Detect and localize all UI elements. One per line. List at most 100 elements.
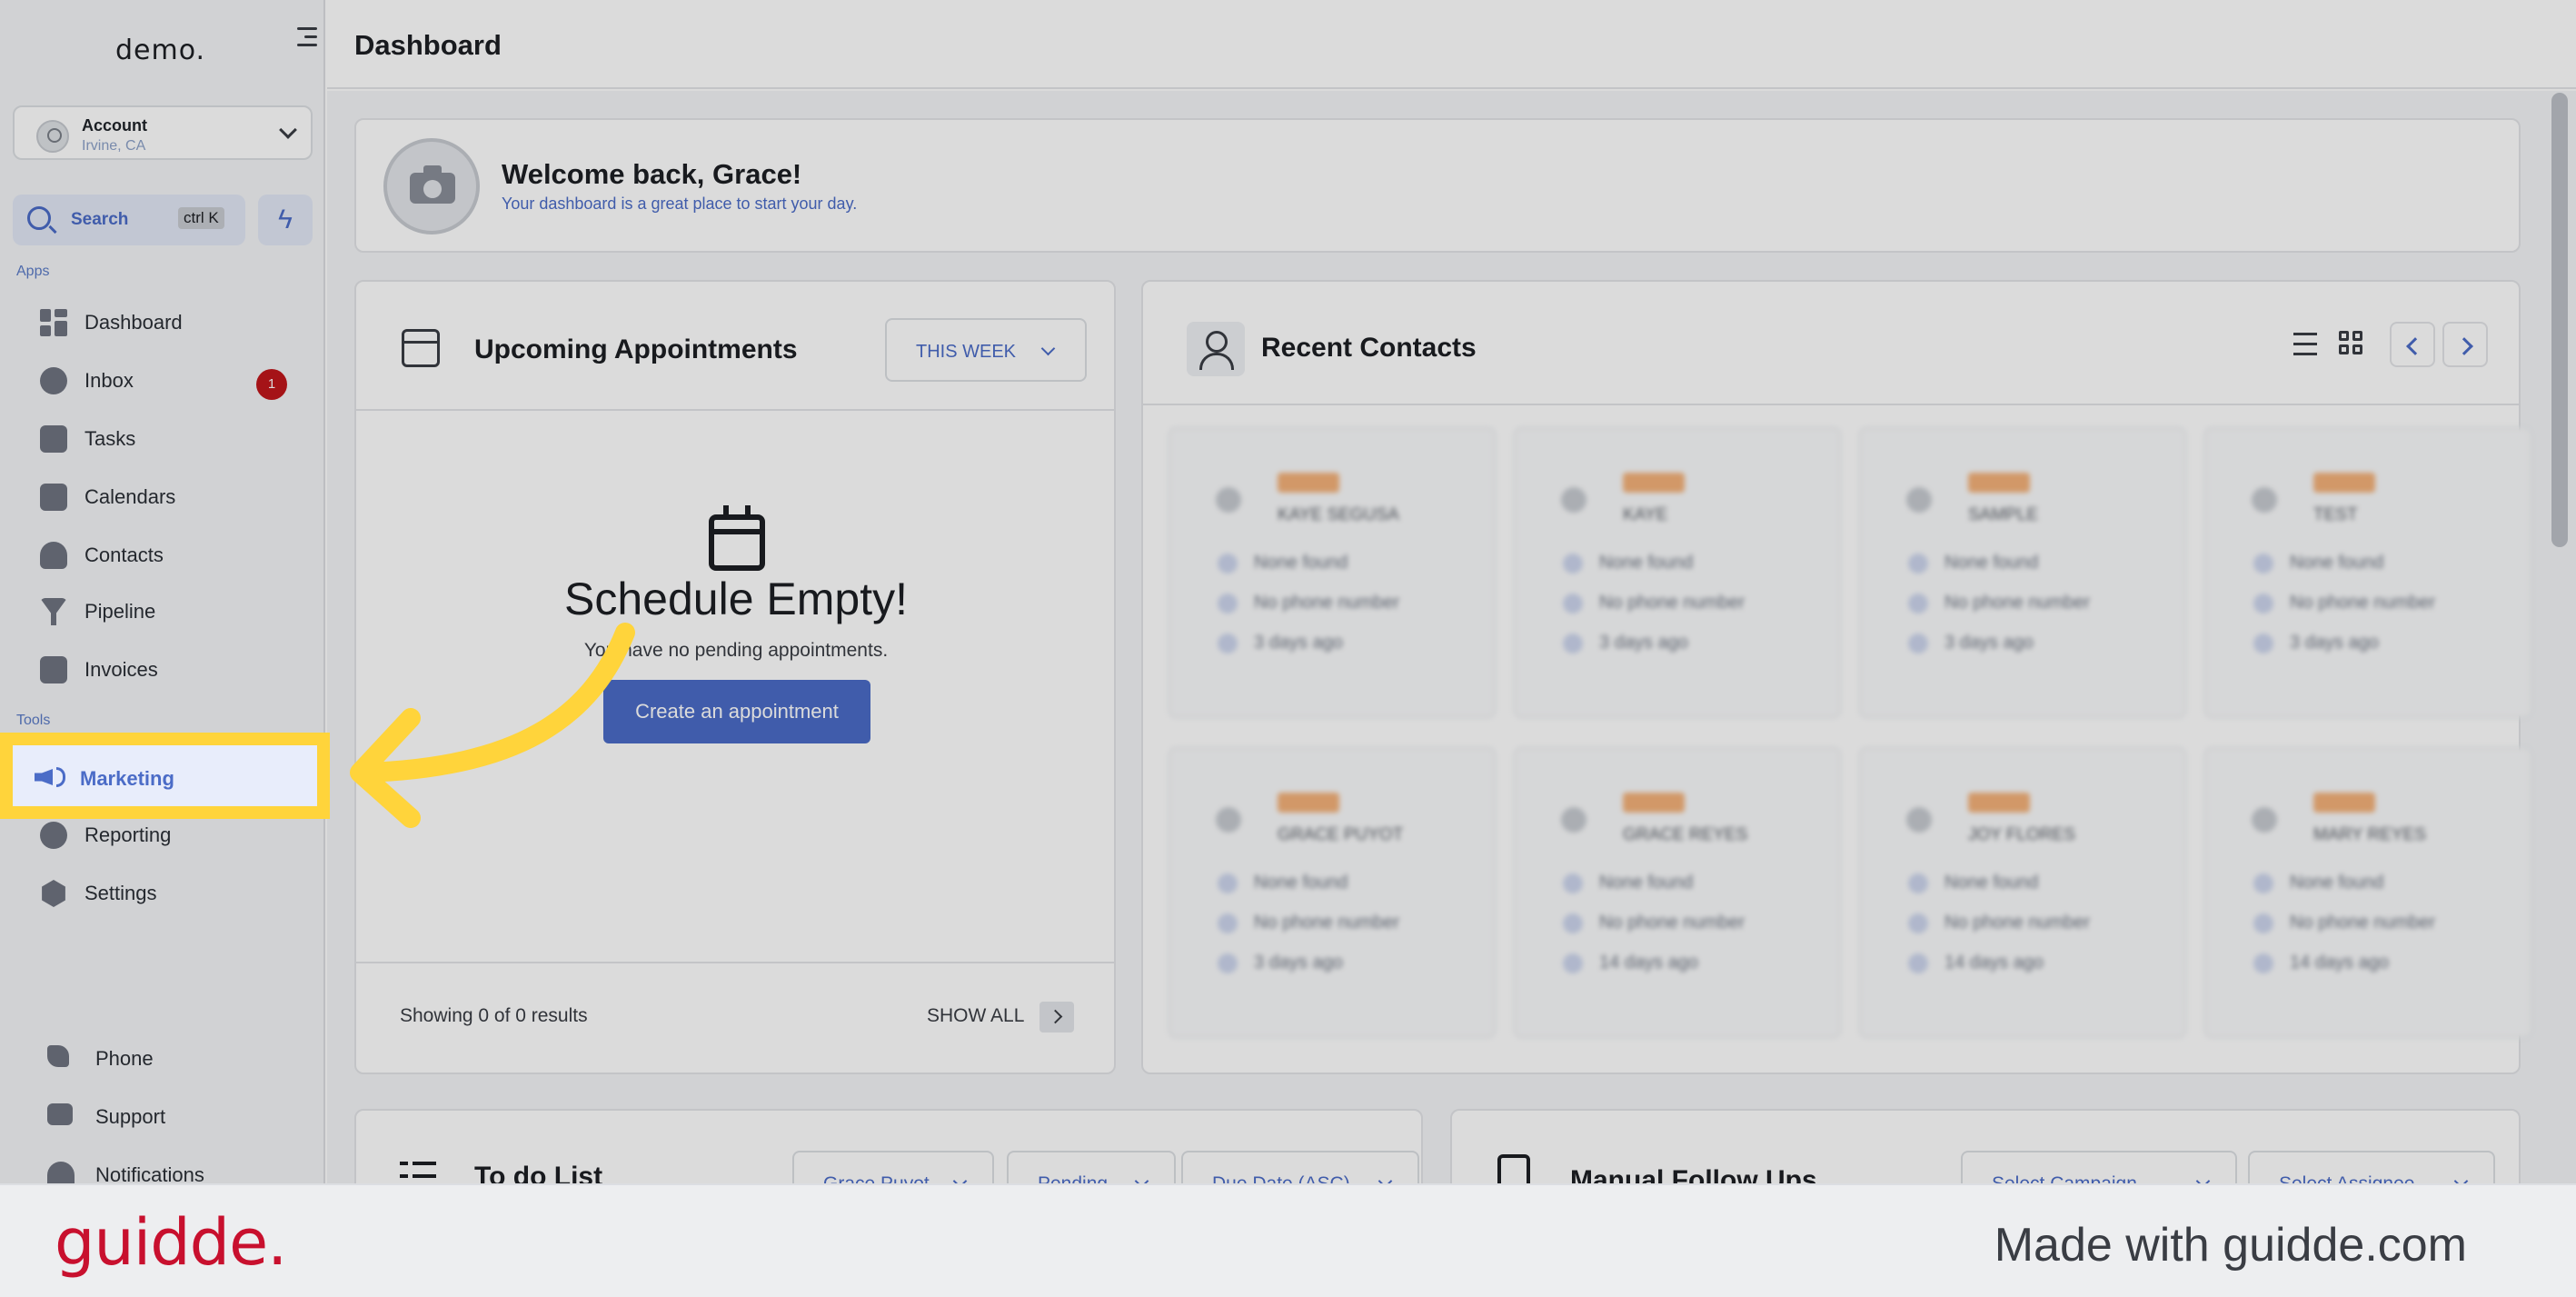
gear-icon (42, 880, 65, 907)
camera-icon[interactable] (383, 138, 480, 234)
contact-card[interactable]: SAMPLE None found No phone number 3 days… (1859, 427, 2186, 718)
divider (356, 409, 1116, 411)
contact-email: None found (2253, 873, 2383, 893)
sidebar-item-label: Support (95, 1105, 166, 1128)
lightning-icon: ϟ (278, 205, 293, 234)
contact-time: 14 days ago (1908, 953, 2044, 973)
show-all-link[interactable]: SHOW ALL (927, 1005, 1024, 1027)
sidebar-item-contacts[interactable]: Contacts (0, 529, 325, 580)
empty-schedule-title: Schedule Empty! (564, 574, 908, 624)
contact-card[interactable]: GRACE PUYOT None found No phone number 3… (1169, 747, 1496, 1038)
sidebar-item-marketing[interactable]: Marketing (0, 733, 330, 819)
sidebar-item-label: Pipeline (85, 600, 156, 623)
contact-tag (1623, 473, 1685, 493)
sidebar-item-label: Marketing (80, 767, 174, 790)
bell-icon (47, 1162, 75, 1183)
sidebar-item-label: Calendars (85, 485, 176, 508)
contact-tag (2313, 793, 2375, 813)
sidebar-item-label: Phone (95, 1047, 154, 1070)
contact-tag (1278, 473, 1339, 493)
search-label: Search (71, 210, 129, 229)
collapse-sidebar-icon[interactable] (295, 27, 317, 51)
results-count: Showing 0 of 0 results (400, 1005, 588, 1026)
sidebar: demo. Account Irvine, CA Search ctrl K ϟ… (0, 0, 325, 1183)
sidebar-item-notifications[interactable]: Notifications (0, 1149, 325, 1183)
account-name: Account (82, 116, 147, 135)
sidebar-item-settings[interactable]: Settings (0, 867, 325, 918)
sidebar-item-label: Invoices (85, 658, 158, 681)
chevron-right-icon[interactable] (1039, 1002, 1074, 1033)
avatar (1216, 487, 1241, 513)
sidebar-item-invoices[interactable]: Invoices (0, 644, 325, 694)
week-range-label: THIS WEEK (916, 342, 1017, 362)
sidebar-item-pipeline[interactable]: Pipeline (0, 585, 325, 636)
contact-tag (2313, 473, 2375, 493)
invoice-icon (40, 656, 67, 683)
contact-name: KAYE (1623, 505, 1668, 524)
contact-time: 14 days ago (2253, 953, 2389, 973)
avatar (1216, 807, 1241, 833)
filter-icon (40, 598, 67, 625)
sidebar-item-phone[interactable]: Phone (0, 1033, 325, 1083)
create-appointment-button[interactable]: Create an appointment (603, 680, 870, 743)
week-range-dropdown[interactable]: THIS WEEK (885, 318, 1087, 382)
account-switcher[interactable]: Account Irvine, CA (13, 105, 313, 160)
dashboard-content: Welcome back, Grace! Your dashboard is a… (327, 91, 2576, 1254)
contact-phone: No phone number (1218, 913, 1399, 933)
inbox-icon (40, 367, 67, 394)
contact-name: GRACE PUYOT (1278, 825, 1404, 844)
guidde-footer: guidde. Made with guidde.com (0, 1183, 2576, 1297)
grid-view-icon[interactable] (2339, 331, 2366, 358)
sidebar-item-label: Settings (85, 882, 157, 904)
contact-card[interactable]: KAYE SEGUSA None found No phone number 3… (1169, 427, 1496, 718)
welcome-title: Welcome back, Grace! (502, 158, 802, 190)
contact-phone: No phone number (1908, 913, 2090, 933)
contact-card[interactable]: MARY REYES None found No phone number 14… (2204, 747, 2531, 1038)
search-icon (27, 206, 51, 230)
pie-chart-icon (40, 822, 67, 849)
contact-phone: No phone number (1218, 593, 1399, 614)
contact-card[interactable]: KAYE None found No phone number 3 days a… (1514, 427, 1841, 718)
next-page-button[interactable] (2442, 322, 2488, 367)
appointments-card: Upcoming Appointments THIS WEEK Schedule… (354, 280, 1116, 1074)
contact-phone: No phone number (2253, 593, 2435, 614)
scrollbar[interactable] (2551, 93, 2568, 547)
sidebar-item-label: Tasks (85, 427, 136, 450)
contact-time: 14 days ago (1563, 953, 1698, 973)
avatar (1906, 487, 1932, 513)
list-view-icon[interactable] (2292, 331, 2319, 358)
welcome-subtitle: Your dashboard is a great place to start… (502, 195, 858, 213)
quick-actions-button[interactable]: ϟ (258, 195, 313, 245)
contact-name: TEST (2313, 505, 2358, 524)
sidebar-item-dashboard[interactable]: Dashboard (0, 296, 325, 347)
person-icon (1187, 322, 1245, 376)
inbox-count-badge: 1 (256, 369, 287, 400)
clipboard-icon (40, 425, 67, 453)
contact-email: None found (2253, 553, 2383, 574)
sidebar-item-inbox[interactable]: Inbox 1 (0, 354, 325, 405)
welcome-card: Welcome back, Grace! Your dashboard is a… (354, 118, 2521, 253)
avatar (1561, 807, 1586, 833)
avatar (1561, 487, 1586, 513)
contact-card[interactable]: TEST None found No phone number 3 days a… (2204, 427, 2531, 718)
contact-name: MARY REYES (2313, 825, 2426, 844)
contact-email: None found (1908, 873, 2038, 893)
chat-icon (47, 1103, 73, 1125)
previous-page-button[interactable] (2390, 322, 2435, 367)
sidebar-item-support[interactable]: Support (0, 1091, 325, 1142)
calendar-icon (402, 329, 440, 367)
made-with-text: Made with guidde.com (1994, 1219, 2467, 1272)
contact-card[interactable]: GRACE REYES None found No phone number 1… (1514, 747, 1841, 1038)
sidebar-item-calendars[interactable]: Calendars (0, 471, 325, 522)
avatar (1906, 807, 1932, 833)
contact-card[interactable]: JOY FLORES None found No phone number 14… (1859, 747, 2186, 1038)
contact-name: KAYE SEGUSA (1278, 505, 1399, 524)
contact-tag (1968, 793, 2030, 813)
search-button[interactable]: Search ctrl K (13, 195, 245, 245)
account-avatar-icon (36, 120, 69, 153)
chevron-down-icon (1040, 341, 1056, 356)
top-bar: Dashboard (327, 0, 2576, 89)
sidebar-item-tasks[interactable]: Tasks (0, 413, 325, 464)
recent-contacts-title: Recent Contacts (1261, 333, 1477, 363)
megaphone-icon (35, 763, 67, 791)
